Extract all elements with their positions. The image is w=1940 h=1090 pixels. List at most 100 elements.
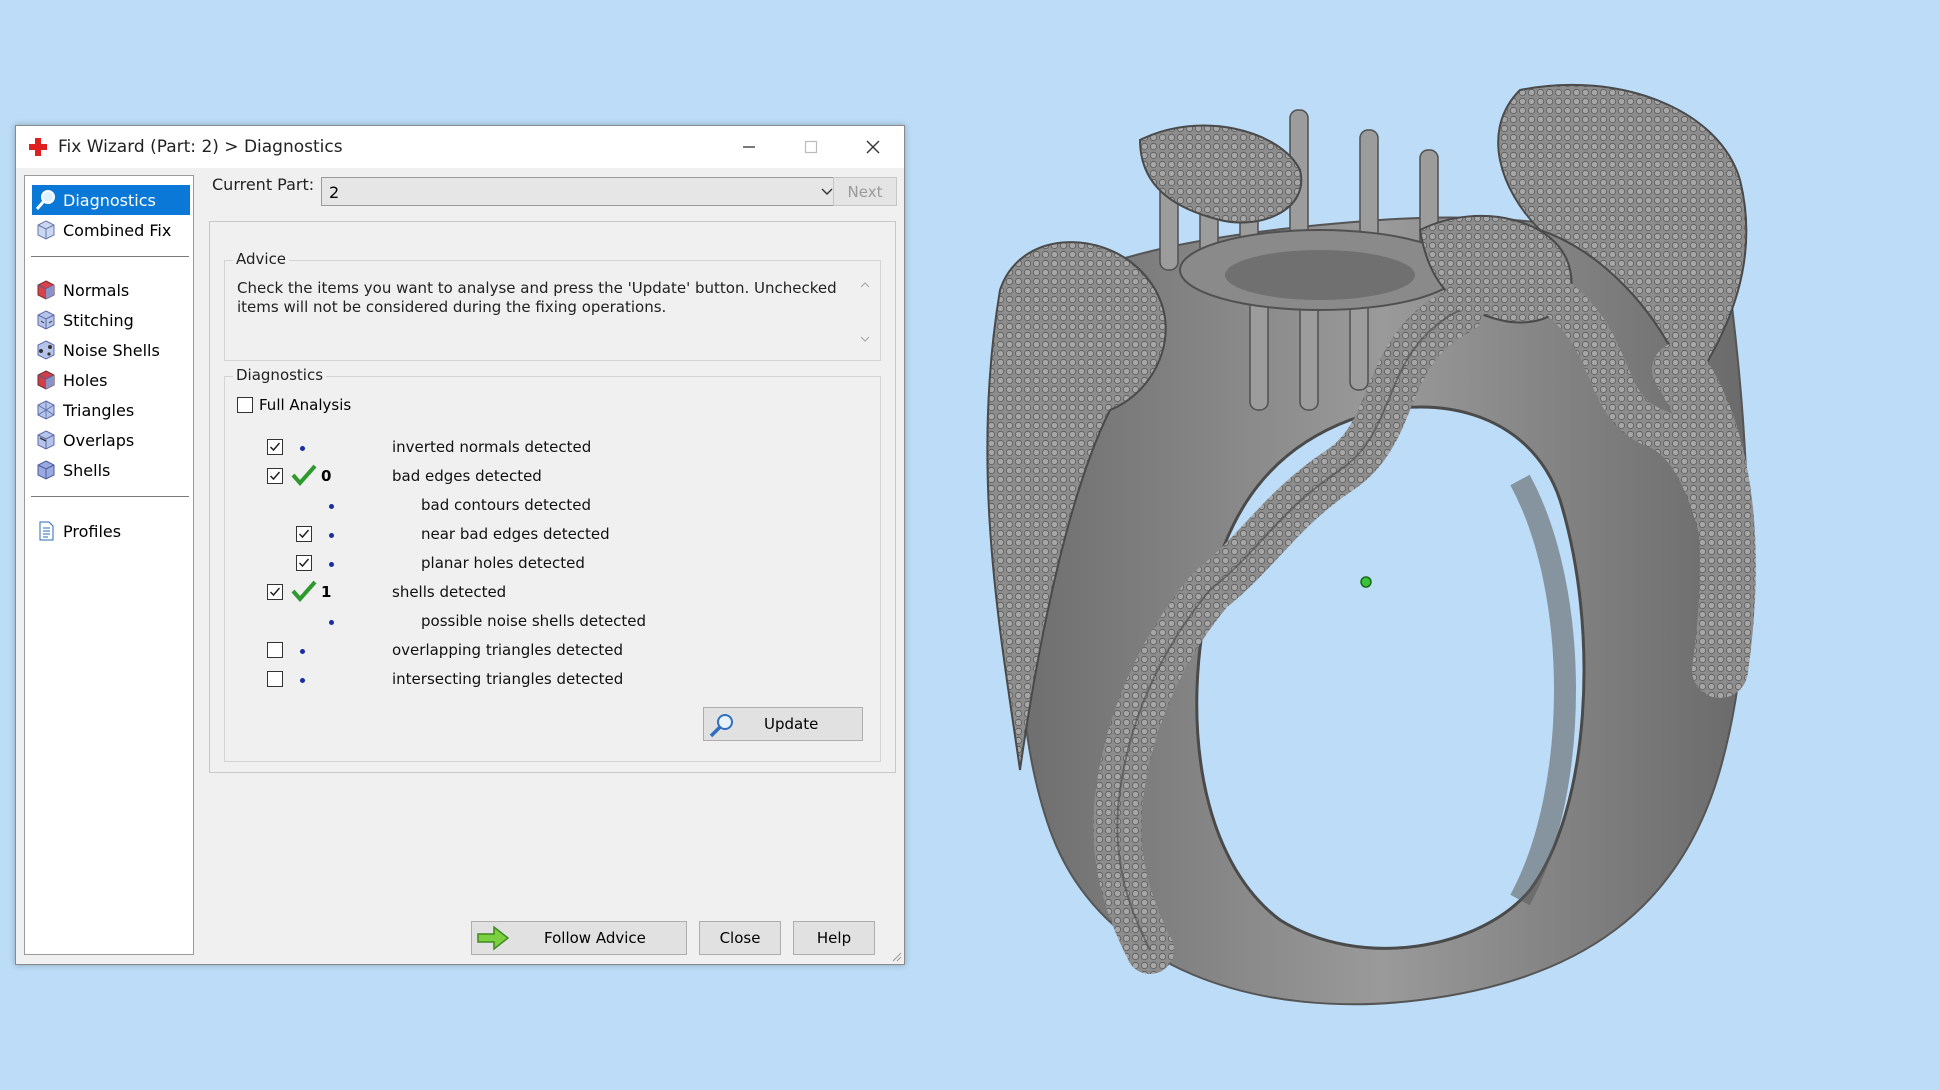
title-bar[interactable]: Fix Wizard (Part: 2) > Diagnostics xyxy=(16,126,904,168)
row-checkbox[interactable] xyxy=(267,584,283,600)
diagnostic-row: intersecting triangles detected xyxy=(225,669,865,691)
nav-label: Stitching xyxy=(63,310,134,330)
advice-text: Check the items you want to analyse and … xyxy=(237,279,837,316)
advice-group: Advice Check the items you want to analy… xyxy=(224,250,881,361)
row-label: overlapping triangles detected xyxy=(392,641,623,659)
nav-label: Triangles xyxy=(63,400,135,420)
diagnostics-panel: Advice Check the items you want to analy… xyxy=(209,221,896,773)
row-label: planar holes detected xyxy=(421,554,585,572)
close-window-button[interactable] xyxy=(842,126,904,168)
nav-item-triangles[interactable]: Triangles xyxy=(32,395,190,425)
nav-item-combined-fix[interactable]: Combined Fix xyxy=(32,215,190,245)
nav-divider xyxy=(31,256,189,257)
bullet xyxy=(300,678,305,683)
follow-advice-button[interactable]: Follow Advice xyxy=(471,921,687,955)
resize-grip-icon[interactable] xyxy=(890,950,902,962)
cube-red-icon xyxy=(37,280,55,300)
diagnostic-row: overlapping triangles detected xyxy=(225,640,865,662)
result-count: 1 xyxy=(321,583,332,601)
next-button[interactable]: Next xyxy=(833,177,897,206)
cube-noise-icon xyxy=(37,340,55,360)
magnifier-icon xyxy=(709,714,733,738)
current-part-dropdown[interactable]: 2 xyxy=(321,177,841,206)
diagnostic-row: bad contours detected xyxy=(225,495,865,517)
red-cross-icon xyxy=(29,138,47,156)
diagnostic-row: planar holes detected xyxy=(225,553,865,575)
follow-advice-label: Follow Advice xyxy=(544,929,646,947)
document-icon xyxy=(39,521,54,541)
diagnostic-row: inverted normals detected xyxy=(225,437,865,459)
diagnostic-row: possible noise shells detected xyxy=(225,611,865,633)
update-button[interactable]: Update xyxy=(703,707,863,741)
diagnostic-row: 0 bad edges detected xyxy=(225,464,865,488)
nav-item-diagnostics[interactable]: Diagnostics xyxy=(32,185,190,215)
maximize-button[interactable] xyxy=(780,126,842,168)
row-checkbox[interactable] xyxy=(267,468,283,484)
cube-holes-icon xyxy=(37,370,55,390)
update-label: Update xyxy=(764,715,819,733)
close-icon xyxy=(866,140,880,154)
result-count: 0 xyxy=(321,467,332,485)
nav-item-shells[interactable]: Shells xyxy=(32,455,190,485)
chevron-down-icon xyxy=(821,188,833,195)
window-title: Fix Wizard (Part: 2) > Diagnostics xyxy=(58,137,343,157)
close-button[interactable]: Close xyxy=(699,921,781,955)
nav-item-normals[interactable]: Normals xyxy=(32,275,190,305)
wizard-navigation: Diagnostics Combined Fix Normals Stitchi… xyxy=(24,175,194,955)
nav-label: Normals xyxy=(63,280,130,300)
cube-icon xyxy=(37,220,55,240)
checkmark-icon xyxy=(269,471,281,481)
help-button[interactable]: Help xyxy=(793,921,875,955)
nav-label: Profiles xyxy=(63,521,122,541)
nav-label: Noise Shells xyxy=(63,340,160,360)
chevron-up-icon[interactable] xyxy=(859,279,871,291)
cube-overlaps-icon xyxy=(37,430,55,450)
row-label: bad contours detected xyxy=(421,496,591,514)
nav-item-stitching[interactable]: Stitching xyxy=(32,305,190,335)
nav-item-noise-shells[interactable]: Noise Shells xyxy=(32,335,190,365)
row-label: bad edges detected xyxy=(392,467,542,485)
advice-scrollbar[interactable] xyxy=(856,279,874,345)
bullet xyxy=(300,649,305,654)
bullet xyxy=(329,562,334,567)
bullet xyxy=(329,504,334,509)
arrow-right-icon xyxy=(477,925,510,951)
cube-stitch-icon xyxy=(37,310,55,330)
minimize-button[interactable] xyxy=(718,126,780,168)
nav-label: Combined Fix xyxy=(63,220,172,240)
full-analysis-label[interactable]: Full Analysis xyxy=(259,396,351,414)
nav-label: Diagnostics xyxy=(63,190,156,210)
row-label: shells detected xyxy=(392,583,507,601)
checkmark-icon xyxy=(269,587,281,597)
nav-label: Holes xyxy=(63,370,108,390)
checkmark-icon xyxy=(298,558,310,568)
diagnostic-row: near bad edges detected xyxy=(225,524,865,546)
row-checkbox[interactable] xyxy=(296,555,312,571)
chevron-down-icon[interactable] xyxy=(859,333,871,345)
bullet xyxy=(329,533,334,538)
row-label: inverted normals detected xyxy=(392,438,592,456)
diagnostics-group: Diagnostics Full Analysis inverted norma… xyxy=(224,366,881,762)
bullet xyxy=(329,620,334,625)
row-label: possible noise shells detected xyxy=(421,612,647,630)
nav-item-overlaps[interactable]: Overlaps xyxy=(32,425,190,455)
row-checkbox[interactable] xyxy=(296,526,312,542)
ok-check-icon xyxy=(291,464,317,486)
nav-item-holes[interactable]: Holes xyxy=(32,365,190,395)
magnifier-icon xyxy=(35,190,55,210)
full-analysis-checkbox[interactable] xyxy=(237,397,253,413)
row-label: near bad edges detected xyxy=(421,525,610,543)
maximize-icon xyxy=(804,140,818,154)
nav-item-profiles[interactable]: Profiles xyxy=(32,516,190,546)
diagnostic-row: 1 shells detected xyxy=(225,580,865,604)
row-checkbox[interactable] xyxy=(267,642,283,658)
cube-triangles-icon xyxy=(37,400,55,420)
row-checkbox[interactable] xyxy=(267,439,283,455)
advice-title: Advice xyxy=(233,250,290,268)
nav-label: Shells xyxy=(63,460,111,480)
minimize-icon xyxy=(743,146,755,148)
row-checkbox[interactable] xyxy=(267,671,283,687)
ring-model-3d[interactable] xyxy=(960,70,1790,1030)
row-label: intersecting triangles detected xyxy=(392,670,624,688)
checkmark-icon xyxy=(269,442,281,452)
